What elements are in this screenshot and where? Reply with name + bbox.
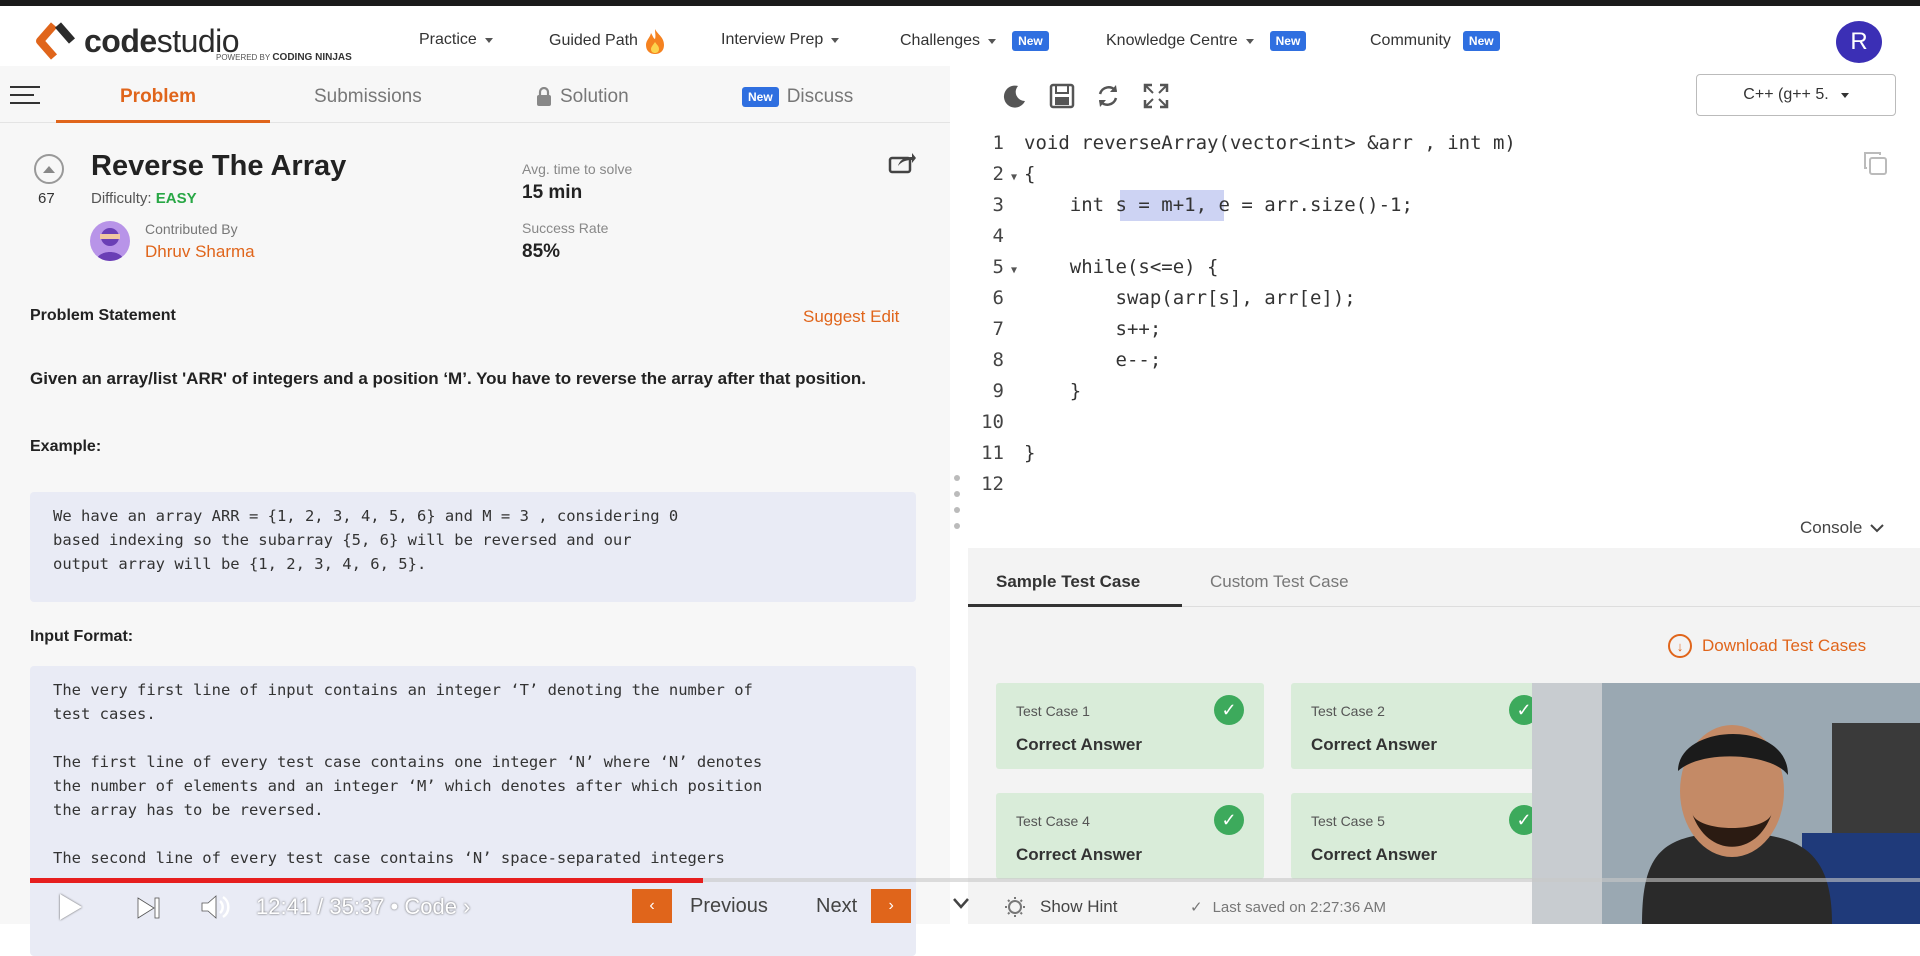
upvote-button[interactable] — [34, 154, 64, 184]
success-rate-value: 85% — [522, 241, 561, 262]
active-tab-indicator — [56, 120, 270, 123]
tab-problem[interactable]: Problem — [120, 86, 196, 108]
test-case-card[interactable]: Test Case 2 Correct Answer ✓ — [1291, 683, 1559, 769]
chevron-left-icon: ‹ — [632, 889, 672, 923]
chevron-down-icon — [1840, 92, 1849, 98]
nav-guided-path[interactable]: Guided Path — [549, 27, 666, 55]
codestudio-logo-mark-icon — [36, 22, 76, 60]
language-select[interactable]: C++ (g++ 5. — [1696, 74, 1896, 116]
download-icon: ↓ — [1668, 634, 1692, 658]
last-saved-status: ✓ Last saved on 2:27:36 AM — [1190, 898, 1387, 917]
play-icon[interactable] — [60, 894, 82, 920]
fold-arrow-icon: ▼ — [1010, 265, 1018, 276]
new-badge: New — [1462, 31, 1500, 51]
nav-interview-prep[interactable]: Interview Prep — [721, 31, 840, 49]
chevron-down-icon — [1870, 524, 1885, 533]
show-hint-button[interactable]: Show Hint — [1004, 896, 1117, 918]
check-icon: ✓ — [1214, 805, 1244, 835]
top-navbar: codestudio POWERED BY CODING NINJAS Prac… — [0, 0, 1920, 66]
fullscreen-icon[interactable] — [1142, 82, 1170, 110]
codestudio-logo[interactable]: codestudio POWERED BY CODING NINJAS — [34, 16, 352, 66]
test-case-card[interactable]: Test Case 5 Correct Answer ✓ — [1291, 793, 1559, 879]
difficulty-badge: EASY — [155, 190, 197, 207]
lock-icon — [537, 87, 551, 106]
tab-discuss[interactable]: New Discuss — [742, 86, 853, 108]
check-icon: ✓ — [1214, 695, 1244, 725]
code-line[interactable]: 6 swap(arr[s], arr[e]); — [968, 283, 1868, 314]
skip-next-icon[interactable] — [136, 896, 162, 920]
problem-statement-text: Given an array/list 'ARR' of integers an… — [30, 369, 866, 388]
code-line[interactable]: 11} — [968, 438, 1868, 469]
nav-practice[interactable]: Practice — [419, 31, 493, 49]
save-icon[interactable] — [1048, 82, 1076, 110]
nav-knowledge-centre[interactable]: Knowledge Centre New — [1106, 31, 1307, 51]
problem-panel: Problem Submissions Solution New Discuss … — [0, 66, 950, 956]
powered-by-label: POWERED BY CODING NINJAS — [216, 52, 352, 63]
nav-community[interactable]: Community New — [1370, 31, 1500, 51]
check-icon: ✓ — [1190, 899, 1203, 916]
code-line[interactable]: 5 ▼ while(s<=e) { — [968, 252, 1868, 283]
volume-icon[interactable] — [200, 894, 230, 920]
test-case-card[interactable]: Test Case 1 Correct Answer ✓ — [996, 683, 1264, 769]
chevron-down-icon[interactable] — [952, 896, 970, 910]
code-line[interactable]: 2 ▼{ — [968, 159, 1868, 190]
share-icon[interactable] — [888, 150, 916, 174]
nav-challenges[interactable]: Challenges New — [900, 31, 1049, 51]
panel-resize-handle[interactable] — [954, 475, 962, 545]
avg-time-label: Avg. time to solve — [522, 161, 633, 177]
user-avatar[interactable]: R — [1836, 21, 1882, 63]
new-badge: New — [1012, 31, 1049, 51]
active-tab-indicator — [968, 604, 1182, 607]
test-case-card[interactable]: Test Case 4 Correct Answer ✓ — [996, 793, 1264, 879]
previous-button[interactable]: ‹ Previous — [632, 888, 768, 924]
contributed-by-label: Contributed By — [145, 221, 238, 237]
tab-sample-test-case[interactable]: Sample Test Case — [996, 572, 1140, 592]
video-controls: 12:41 / 35:37 • Code › ‹ Previous Next › S… — [0, 888, 1920, 924]
chevron-down-icon — [831, 37, 840, 43]
problem-title: Reverse The Array — [91, 150, 347, 182]
tab-solution[interactable]: Solution — [536, 86, 629, 108]
code-line[interactable]: 12 — [968, 469, 1868, 500]
contributor-name[interactable]: Dhruv Sharma — [145, 242, 255, 262]
lightbulb-icon — [1005, 897, 1025, 917]
problem-statement-heading: Problem Statement — [30, 307, 176, 324]
code-line[interactable]: 1 void reverseArray(vector<int> &arr , in… — [968, 128, 1868, 159]
video-progress-played[interactable] — [30, 878, 703, 883]
chevron-down-icon — [484, 37, 493, 43]
chevron-right-icon: › — [871, 889, 912, 923]
video-time-display: 12:41 / 35:37 • Code › — [256, 894, 471, 919]
chevron-down-icon — [1245, 38, 1254, 44]
chevron-up-icon — [43, 166, 55, 173]
new-badge: New — [742, 87, 779, 107]
code-line[interactable]: 9 } — [968, 376, 1868, 407]
success-rate-label: Success Rate — [522, 220, 609, 236]
input-format-heading: Input Format: — [30, 628, 134, 645]
chevron-down-icon — [988, 38, 997, 44]
avg-time-value: 15 min — [522, 182, 583, 203]
example-heading: Example: — [30, 438, 102, 455]
fold-arrow-icon: ▼ — [1010, 172, 1018, 183]
code-line[interactable]: 8 e--; — [968, 345, 1868, 376]
code-line[interactable]: 7 s++; — [968, 314, 1868, 345]
upvote-count: 67 — [38, 190, 55, 207]
difficulty: Difficulty: EASY — [91, 190, 197, 207]
code-line[interactable]: 10 — [968, 407, 1868, 438]
collapse-menu-icon[interactable] — [10, 86, 40, 108]
tab-submissions[interactable]: Submissions — [314, 86, 422, 108]
example-codebox: We have an array ARR = {1, 2, 3, 4, 5, 6… — [30, 492, 916, 602]
download-test-cases-button[interactable]: ↓ Download Test Cases — [1668, 634, 1866, 658]
code-line[interactable]: 4 — [968, 221, 1868, 252]
contributor-avatar — [90, 221, 130, 261]
fire-icon — [645, 29, 664, 54]
dark-mode-moon-icon[interactable] — [1000, 82, 1028, 110]
code-line[interactable]: 3 int s = m+1, e = arr.size()-1; — [968, 190, 1868, 221]
console-toggle[interactable]: Console — [1800, 518, 1885, 538]
suggest-edit-link[interactable]: Suggest Edit — [803, 307, 899, 327]
reset-refresh-icon[interactable] — [1094, 82, 1122, 110]
tab-custom-test-case[interactable]: Custom Test Case — [1210, 572, 1349, 592]
next-button[interactable]: Next › — [816, 888, 912, 924]
new-badge: New — [1269, 31, 1307, 51]
